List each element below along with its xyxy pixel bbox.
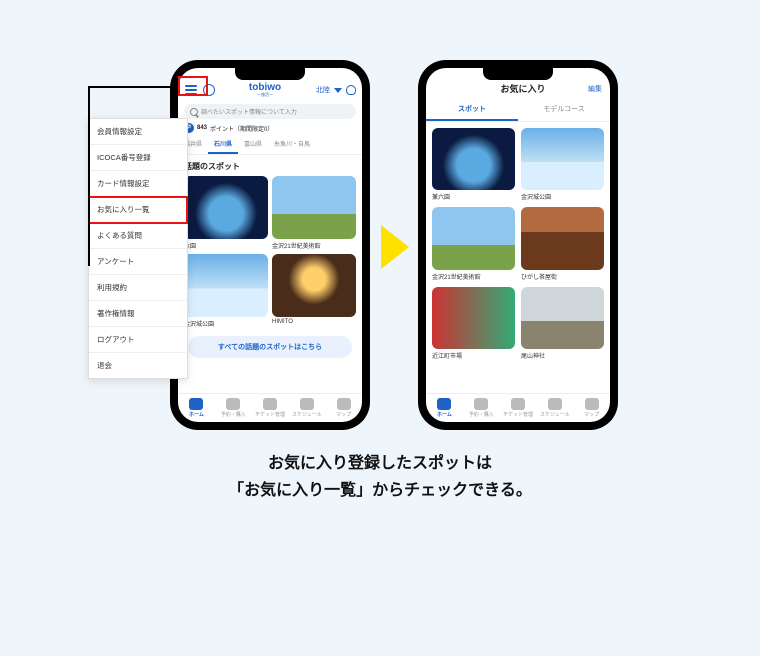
menu-item[interactable]: カード情報設定 <box>89 171 187 197</box>
fav-name: 近江町市場 <box>432 349 515 360</box>
tab-reserve[interactable]: 予約・購入 <box>215 394 252 422</box>
points-value: 843 <box>197 125 207 131</box>
tab-schedule[interactable]: スケジュール <box>288 394 325 422</box>
area-tab[interactable]: 石川県 <box>208 135 238 154</box>
fav-name: 尾山神社 <box>521 349 604 360</box>
favorite-card[interactable]: 兼六園 <box>432 128 515 201</box>
favorite-card[interactable]: 尾山神社 <box>521 287 604 360</box>
search-placeholder: 調べたいスポット情報について入力 <box>201 107 297 116</box>
more-spots-button[interactable]: すべての話題のスポットはこちら <box>188 336 352 358</box>
phone-notch <box>235 68 305 80</box>
menu-item[interactable]: アンケート <box>89 249 187 275</box>
fav-thumb <box>521 287 604 349</box>
spot-thumb <box>272 254 356 317</box>
home-icon <box>437 398 451 410</box>
spot-name: 金沢城公園 <box>184 317 268 328</box>
menu-item[interactable]: 退会 <box>89 353 187 378</box>
page-title: お気に入り <box>500 82 545 95</box>
menu-item[interactable]: ログアウト <box>89 327 187 353</box>
pin-icon <box>337 398 351 410</box>
spot-thumb <box>184 254 268 317</box>
region-label[interactable]: 北陸 <box>316 85 330 95</box>
fav-thumb <box>432 207 515 269</box>
menu-item[interactable]: ICOCA番号登録 <box>89 145 187 171</box>
menu-item-favorites[interactable]: お気に入り一覧 <box>89 197 187 223</box>
spot-card[interactable]: 金沢21世紀美術館 <box>272 176 356 250</box>
favorite-card[interactable]: 金沢21世紀美術館 <box>432 207 515 280</box>
annotation-leader-line <box>88 86 178 88</box>
spot-thumb <box>184 176 268 239</box>
tab-map[interactable]: マップ <box>573 394 610 422</box>
segment-course[interactable]: モデルコース <box>518 99 610 121</box>
fav-name: 金沢21世紀美術館 <box>432 270 515 281</box>
spot-thumb <box>272 176 356 239</box>
ticket-icon <box>511 398 525 410</box>
page-caption: お気に入り登録したスポットは 「お気に入り一覧」からチェックできる。 <box>0 450 760 504</box>
tab-home[interactable]: ホーム <box>178 394 215 422</box>
fav-thumb <box>521 207 604 269</box>
chevron-down-icon[interactable] <box>334 88 342 93</box>
annotation-highlight-hamburger <box>178 76 208 96</box>
section-title: 話題のスポット <box>178 155 362 176</box>
caption-line: 「お気に入り一覧」からチェックできる。 <box>0 477 760 504</box>
points-suffix: ポイント（期間限定0） <box>210 124 273 133</box>
spot-name: 六園 <box>184 239 268 250</box>
calendar-icon <box>300 398 314 410</box>
annotation-leader-line <box>88 86 90 266</box>
favorite-card[interactable]: ひがし茶屋街 <box>521 207 604 280</box>
fav-thumb <box>521 128 604 190</box>
menu-item[interactable]: よくある質問 <box>89 223 187 249</box>
phone-favorites: お気に入り 編集 スポット モデルコース 兼六園 金沢城公園 金沢21世紀美術館… <box>418 60 618 430</box>
tab-home[interactable]: ホーム <box>426 394 463 422</box>
home-icon <box>189 398 203 410</box>
tab-schedule[interactable]: スケジュール <box>536 394 573 422</box>
favorites-segments: スポット モデルコース <box>426 99 610 122</box>
menu-item[interactable]: 利用規約 <box>89 275 187 301</box>
search-input[interactable]: 調べたいスポット情報について入力 <box>184 104 356 119</box>
favorite-card[interactable]: 金沢城公園 <box>521 128 604 201</box>
area-tab[interactable]: 糸魚川・自馬 <box>268 135 316 154</box>
ticket-icon <box>263 398 277 410</box>
pin-icon <box>585 398 599 410</box>
edit-button[interactable]: 編集 <box>588 84 602 94</box>
fav-thumb <box>432 128 515 190</box>
search-icon <box>190 108 198 116</box>
area-tabs: 福井県 石川県 富山県 糸魚川・自馬 <box>178 135 362 155</box>
tab-reserve[interactable]: 予約・購入 <box>463 394 500 422</box>
spot-grid: 六園 金沢21世紀美術館 金沢城公園 HIMITO <box>178 176 362 328</box>
cart-icon <box>474 398 488 410</box>
caption-line: お気に入り登録したスポットは <box>0 450 760 477</box>
cart-icon <box>226 398 240 410</box>
bell-icon[interactable] <box>346 85 356 95</box>
tab-tickets[interactable]: チケット管理 <box>500 394 537 422</box>
tab-bar: ホーム 予約・購入 チケット管理 スケジュール マップ <box>426 393 610 422</box>
tab-map[interactable]: マップ <box>325 394 362 422</box>
tab-bar: ホーム 予約・購入 チケット管理 スケジュール マップ <box>178 393 362 422</box>
phone-notch <box>483 68 553 80</box>
favorite-card[interactable]: 近江町市場 <box>432 287 515 360</box>
area-tab[interactable]: 富山県 <box>238 135 268 154</box>
calendar-icon <box>548 398 562 410</box>
fav-name: 金沢城公園 <box>521 190 604 201</box>
menu-item[interactable]: 会員情報設定 <box>89 119 187 145</box>
fav-thumb <box>432 287 515 349</box>
fav-name: 兼六園 <box>432 190 515 201</box>
transition-arrow-icon <box>381 225 409 269</box>
spot-card[interactable]: 金沢城公園 <box>184 254 268 328</box>
spot-name: HIMITO <box>272 317 356 325</box>
spot-card[interactable]: 六園 <box>184 176 268 250</box>
fav-name: ひがし茶屋街 <box>521 270 604 281</box>
menu-item[interactable]: 著作権情報 <box>89 301 187 327</box>
segment-spot[interactable]: スポット <box>426 99 518 121</box>
side-drawer-menu: 会員情報設定 ICOCA番号登録 カード情報設定 お気に入り一覧 よくある質問 … <box>88 118 188 379</box>
spot-name: 金沢21世紀美術館 <box>272 239 356 250</box>
spot-card[interactable]: HIMITO <box>272 254 356 328</box>
tab-tickets[interactable]: チケット管理 <box>252 394 289 422</box>
points-row: P 843 ポイント（期間限定0） <box>178 121 362 135</box>
phone-home: tobiwo ー旅活ー 北陸 調べたいスポット情報について入力 P 843 ポイ… <box>170 60 370 430</box>
favorites-grid: 兼六園 金沢城公園 金沢21世紀美術館 ひがし茶屋街 近江町市場 尾山神社 <box>426 122 610 366</box>
